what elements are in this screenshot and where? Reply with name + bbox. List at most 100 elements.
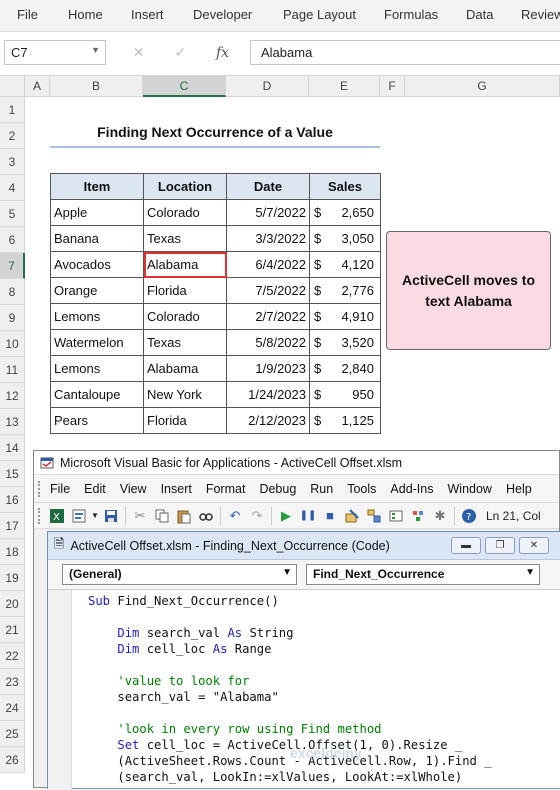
cell-item[interactable]: Orange	[50, 277, 144, 304]
tab-data[interactable]: Data	[466, 7, 493, 22]
cell-item[interactable]: Lemons	[50, 303, 144, 330]
row-header-12[interactable]: 12	[0, 383, 25, 409]
cell-location[interactable]: Florida	[143, 277, 227, 304]
properties-icon[interactable]	[385, 506, 407, 526]
column-header-e[interactable]: E	[309, 76, 380, 97]
cell-sales[interactable]: $4,910	[309, 303, 381, 330]
redo-icon[interactable]: ↷	[246, 506, 268, 526]
name-box[interactable]: C7 ▼	[4, 40, 106, 65]
row-header-9[interactable]: 9	[0, 305, 25, 331]
insert-function-icon[interactable]: fx	[216, 45, 229, 61]
save-icon[interactable]	[100, 506, 122, 526]
cell-item[interactable]: Cantaloupe	[50, 381, 144, 408]
column-header-d[interactable]: D	[226, 76, 309, 97]
cell-sales[interactable]: $2,650	[309, 199, 381, 226]
cell-location[interactable]: New York	[143, 381, 227, 408]
cell-sales[interactable]: $3,520	[309, 329, 381, 356]
row-header-26[interactable]: 26	[0, 747, 25, 773]
header-date[interactable]: Date	[226, 173, 310, 200]
row-header-4[interactable]: 4	[0, 175, 25, 201]
formula-input[interactable]: Alabama	[250, 40, 560, 65]
cell-sales[interactable]: $1,125	[309, 407, 381, 434]
menu-run[interactable]: Run	[310, 482, 333, 496]
project-explorer-icon[interactable]	[363, 506, 385, 526]
row-header-19[interactable]: 19	[0, 565, 25, 591]
menu-tools[interactable]: Tools	[347, 482, 376, 496]
menu-view[interactable]: View	[120, 482, 147, 496]
pause-icon[interactable]: ❚❚	[297, 506, 319, 526]
row-header-6[interactable]: 6	[0, 227, 25, 253]
run-icon[interactable]: ▶	[275, 506, 297, 526]
cell-date[interactable]: 2/7/2022	[226, 303, 310, 330]
row-header-22[interactable]: 22	[0, 643, 25, 669]
tab-insert[interactable]: Insert	[131, 7, 164, 22]
row-header-13[interactable]: 13	[0, 409, 25, 435]
cell-sales[interactable]: $2,840	[309, 355, 381, 382]
row-header-25[interactable]: 25	[0, 721, 25, 747]
close-button[interactable]: ✕	[519, 537, 549, 554]
row-header-7[interactable]: 7	[0, 253, 25, 279]
cell-date[interactable]: 6/4/2022	[226, 251, 310, 278]
help-icon[interactable]: ?	[458, 506, 480, 526]
cell-date[interactable]: 2/12/2023	[226, 407, 310, 434]
cell-item[interactable]: Pears	[50, 407, 144, 434]
cancel-icon[interactable]: ✕	[133, 44, 145, 61]
menu-window[interactable]: Window	[448, 482, 492, 496]
procedure-dropdown[interactable]: Find_Next_Occurrence ▼	[306, 564, 540, 585]
tab-file[interactable]: File	[17, 7, 38, 22]
row-header-23[interactable]: 23	[0, 669, 25, 695]
menu-help[interactable]: Help	[506, 482, 532, 496]
cell-item[interactable]: Banana	[50, 225, 144, 252]
cell-location[interactable]: Texas	[143, 225, 227, 252]
column-header-a[interactable]: A	[25, 76, 50, 97]
chevron-down-icon[interactable]: ▼	[282, 567, 292, 578]
menu-insert[interactable]: Insert	[161, 482, 192, 496]
row-header-15[interactable]: 15	[0, 461, 25, 487]
object-dropdown[interactable]: (General) ▼	[62, 564, 297, 585]
enter-icon[interactable]: ✓	[174, 44, 186, 61]
grip-icon[interactable]	[38, 507, 42, 524]
chevron-down-icon[interactable]: ▼	[91, 45, 100, 55]
grip-icon[interactable]	[38, 480, 42, 497]
row-header-17[interactable]: 17	[0, 513, 25, 539]
menu-debug[interactable]: Debug	[259, 482, 296, 496]
menu-add-ins[interactable]: Add-Ins	[390, 482, 433, 496]
row-header-5[interactable]: 5	[0, 201, 25, 227]
tab-formulas[interactable]: Formulas	[384, 7, 438, 22]
cell-location[interactable]: Colorado	[143, 303, 227, 330]
cell-location[interactable]: Alabama	[143, 251, 227, 278]
select-all-corner[interactable]	[0, 76, 25, 97]
row-header-21[interactable]: 21	[0, 617, 25, 643]
tab-home[interactable]: Home	[68, 7, 103, 22]
menu-file[interactable]: File	[50, 482, 70, 496]
design-mode-icon[interactable]	[341, 506, 363, 526]
cell-date[interactable]: 1/9/2023	[226, 355, 310, 382]
header-item[interactable]: Item	[50, 173, 144, 200]
restore-button[interactable]: ❐	[485, 537, 515, 554]
row-header-18[interactable]: 18	[0, 539, 25, 565]
header-sales[interactable]: Sales	[309, 173, 381, 200]
tab-developer[interactable]: Developer	[193, 7, 252, 22]
tab-page-layout[interactable]: Page Layout	[283, 7, 356, 22]
toolbox-icon[interactable]: ✱	[429, 506, 451, 526]
copy-icon[interactable]	[151, 506, 173, 526]
cell-sales[interactable]: $4,120	[309, 251, 381, 278]
row-header-14[interactable]: 14	[0, 435, 25, 461]
cell-sales[interactable]: $950	[309, 381, 381, 408]
undo-icon[interactable]: ↶	[224, 506, 246, 526]
column-header-c[interactable]: C	[143, 76, 226, 97]
cell-location[interactable]: Florida	[143, 407, 227, 434]
chevron-down-icon[interactable]: ▼	[90, 506, 100, 526]
cell-date[interactable]: 3/3/2022	[226, 225, 310, 252]
row-header-11[interactable]: 11	[0, 357, 25, 383]
stop-icon[interactable]: ■	[319, 506, 341, 526]
cell-location[interactable]: Colorado	[143, 199, 227, 226]
row-header-8[interactable]: 8	[0, 279, 25, 305]
header-location[interactable]: Location	[143, 173, 227, 200]
row-header-1[interactable]: 1	[0, 97, 25, 123]
object-browser-icon[interactable]	[407, 506, 429, 526]
cell-date[interactable]: 7/5/2022	[226, 277, 310, 304]
cell-date[interactable]: 1/24/2023	[226, 381, 310, 408]
menu-format[interactable]: Format	[206, 482, 246, 496]
cell-item[interactable]: Lemons	[50, 355, 144, 382]
